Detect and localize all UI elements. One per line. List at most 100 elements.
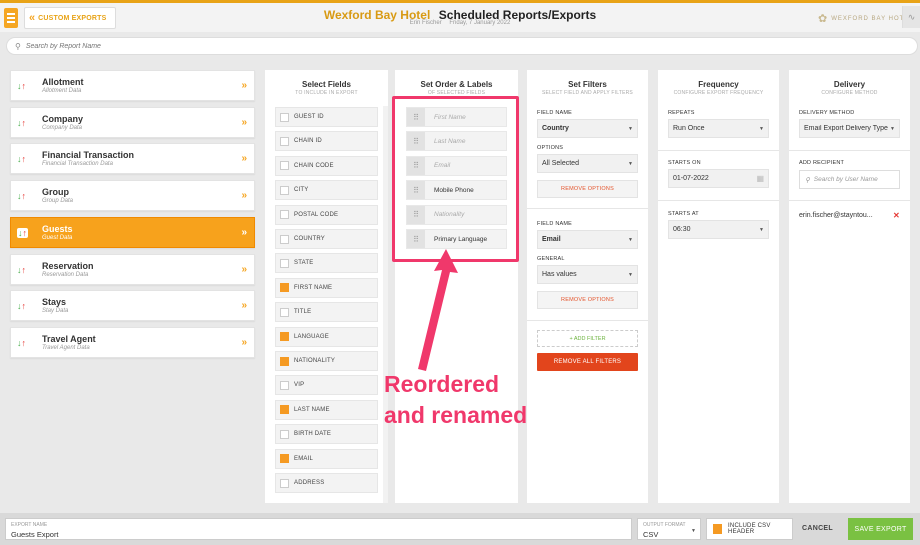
caret-down-icon: ▼	[759, 126, 764, 132]
caret-down-icon: ▼	[759, 227, 764, 233]
cancel-button[interactable]: CANCEL	[802, 525, 833, 532]
panel-title: Delivery	[833, 80, 866, 89]
search-input[interactable]	[25, 42, 886, 50]
field-checkbox[interactable]	[280, 356, 289, 366]
remove-recipient-icon[interactable]: ✕	[893, 211, 900, 220]
field-checkbox[interactable]	[280, 380, 289, 390]
starts-on-date-field[interactable]: 01-07-2022 ▦	[668, 169, 769, 188]
field-checkbox[interactable]	[280, 332, 289, 342]
double-chevron-right-icon: »	[241, 300, 246, 312]
search-icon: ⚲	[805, 176, 810, 184]
field-label: NATIONALITY	[294, 358, 336, 364]
field-option[interactable]: VIP	[275, 375, 378, 396]
field-option[interactable]: GUEST ID	[275, 107, 378, 127]
user-name: Erin Fischer	[409, 20, 442, 26]
starts-at-select[interactable]: 06:30 ▼	[668, 220, 769, 239]
field-option[interactable]: POSTAL CODE	[275, 204, 378, 225]
field-option[interactable]: STATE	[275, 253, 378, 274]
category-name: Stays	[42, 297, 67, 308]
field-checkbox[interactable]	[280, 283, 289, 293]
category-subtitle: Travel Agent Data	[42, 344, 90, 351]
field-label: EMAIL	[294, 455, 314, 462]
category-name: Financial Transaction	[42, 150, 135, 161]
category-item[interactable]: ↓↑ Reservation Reservation Data »	[10, 253, 255, 285]
category-item[interactable]: ↓↑ Group Group Data »	[10, 180, 255, 212]
category-item[interactable]: ↓↑ Guests Guest Data »	[10, 216, 255, 248]
field-option[interactable]: CITY	[275, 180, 378, 201]
double-chevron-right-icon: »	[241, 226, 246, 238]
field-option[interactable]: LANGUAGE	[275, 326, 378, 347]
category-item[interactable]: ↓↑ Travel Agent Travel Agent Data »	[10, 326, 255, 358]
field-option[interactable]: COUNTRY	[275, 229, 378, 249]
double-chevron-right-icon: »	[241, 153, 246, 165]
category-item[interactable]: ↓↑ Stays Stay Data »	[10, 290, 255, 322]
category-item[interactable]: ↓↑ Financial Transaction Financial Transac…	[10, 143, 255, 175]
field-option[interactable]: LAST NAME	[275, 399, 378, 420]
field-checkbox[interactable]	[280, 210, 289, 220]
field-checkbox[interactable]	[280, 405, 289, 415]
field-checkbox[interactable]	[280, 112, 289, 122]
field-option[interactable]: FIRST NAME	[275, 277, 378, 298]
category-name: Guests	[42, 223, 73, 234]
field-option[interactable]: ADDRESS	[275, 473, 378, 493]
add-filter-button[interactable]: + ADD FILTER	[537, 330, 638, 347]
options-select[interactable]: All Selected ▼	[537, 154, 638, 173]
delivery-method-value: Email Export Delivery Type	[804, 125, 888, 132]
delivery-method-select[interactable]: Email Export Delivery Type ▼	[799, 119, 900, 138]
recipient-email: erin.fischer@stayntou...	[799, 212, 873, 219]
field-checkbox[interactable]	[280, 478, 289, 488]
filter-field-1-select[interactable]: Country ▼	[537, 119, 638, 138]
options-value: All Selected	[542, 160, 579, 167]
scrollbar[interactable]	[383, 106, 388, 503]
activity-chart-icon[interactable]: ∿	[902, 6, 920, 28]
filters-panel: Set Filters SELECT FIELD AND APPLY FILTE…	[527, 70, 648, 503]
field-checkbox[interactable]	[280, 234, 289, 244]
remove-options-button-1[interactable]: REMOVE OPTIONS	[537, 180, 638, 198]
field-checkbox[interactable]	[280, 136, 289, 146]
category-subtitle: Company Data	[42, 124, 83, 131]
output-format-select[interactable]: OUTPUT FORMAT CSV ▼	[637, 518, 701, 540]
annotation-text: Reordered and renamed	[384, 369, 527, 431]
field-checkbox[interactable]	[280, 185, 289, 195]
field-option[interactable]: BIRTH DATE	[275, 424, 378, 445]
include-csv-header-toggle[interactable]: INCLUDE CSV HEADER	[706, 518, 793, 540]
caret-down-icon: ▼	[628, 126, 633, 132]
sort-arrows-icon: ↓↑	[17, 337, 26, 348]
filter-field-2-select[interactable]: Email ▼	[537, 230, 638, 249]
general-select[interactable]: Has values ▼	[537, 265, 638, 284]
category-item[interactable]: ↓↑ Company Company Data »	[10, 106, 255, 138]
field-name-label: FIELD NAME	[537, 221, 573, 227]
caret-down-icon: ▼	[628, 161, 633, 167]
footer-bar: EXPORT NAME Guests Export OUTPUT FORMAT …	[0, 513, 920, 545]
field-checkbox[interactable]	[280, 161, 289, 171]
sort-arrows-icon: ↓↑	[17, 81, 26, 91]
category-name: Company	[42, 113, 84, 124]
field-checkbox[interactable]	[280, 429, 289, 439]
field-checkbox[interactable]	[280, 454, 289, 464]
field-option[interactable]: TITLE	[275, 302, 378, 323]
filter-field-1-value: Country	[542, 125, 569, 132]
calendar-icon[interactable]: ▦	[756, 174, 764, 183]
field-option[interactable]: NATIONALITY	[275, 351, 378, 371]
recipient-search-input[interactable]: ⚲ Search by User Name	[799, 170, 900, 189]
field-option[interactable]: CHAIN ID	[275, 131, 378, 152]
field-checkbox[interactable]	[280, 307, 289, 317]
field-label: BIRTH DATE	[294, 431, 332, 438]
options-label: OPTIONS	[537, 145, 564, 151]
category-item[interactable]: ↓↑ Allotment Allotment Data »	[10, 70, 255, 101]
remove-options-button-2[interactable]: REMOVE OPTIONS	[537, 291, 638, 309]
field-label: LANGUAGE	[294, 333, 329, 340]
report-search-bar[interactable]: ⚲	[6, 37, 918, 55]
save-export-button[interactable]: SAVE EXPORT	[848, 518, 913, 540]
panel-subtitle: TO INCLUDE IN EXPORT	[295, 90, 358, 96]
export-name-field[interactable]: EXPORT NAME Guests Export	[5, 518, 632, 540]
starts-at-label: STARTS AT	[668, 211, 699, 217]
field-name-label: FIELD NAME	[537, 110, 573, 116]
remove-all-filters-button[interactable]: REMOVE ALL FILTERS	[537, 353, 638, 371]
field-checkbox[interactable]	[280, 258, 289, 268]
caret-down-icon: ▼	[890, 126, 895, 132]
repeats-select[interactable]: Run Once ▼	[668, 119, 769, 138]
csv-header-checkbox[interactable]	[713, 524, 723, 534]
field-option[interactable]: CHAIN CODE	[275, 155, 378, 176]
field-option[interactable]: EMAIL	[275, 448, 378, 469]
